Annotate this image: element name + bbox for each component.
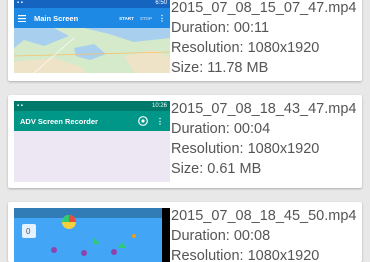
app-title: Main Screen (34, 13, 79, 23)
file-name: 2015_07_08_18_45_50.mp4 (171, 208, 357, 224)
video-thumbnail[interactable]: 0 (14, 208, 170, 262)
duration: Duration: 00:04 (171, 121, 271, 137)
notification-icons: ▪ ▪ (17, 0, 23, 6)
overflow-menu-icon: ⋮ (156, 116, 164, 126)
aperture-icon (138, 116, 148, 126)
recording-card[interactable]: ▪ ▪ 6:50 Main Screen START STOP ⋮ 2015_0… (8, 0, 362, 81)
map-image (14, 28, 170, 73)
status-time: 10:26 (151, 103, 167, 109)
app-content (14, 131, 170, 182)
recording-details: 2015_07_08_18_43_47.mp4 Duration: 00:04 … (171, 99, 356, 179)
status-bar: ▪ ▪ 10:26 (14, 101, 170, 111)
stop-action: STOP (139, 15, 152, 21)
resolution: Resolution: 1080x1920 (171, 40, 320, 56)
video-thumbnail[interactable]: ▪ ▪ 6:50 Main Screen START STOP ⋮ (14, 0, 170, 73)
file-name: 2015_07_08_15_07_47.mp4 (171, 0, 357, 16)
map-view (14, 28, 170, 73)
recording-card[interactable]: 0 2015_07_08_18_45_50.mp4 Duration: 00:0… (8, 202, 362, 262)
recording-details: 2015_07_08_18_45_50.mp4 Duration: 00:08 … (171, 206, 356, 262)
resolution: Resolution: 1080x1920 (171, 248, 320, 262)
duration: Duration: 00:11 (171, 20, 270, 36)
navigation-bar (162, 208, 170, 262)
recording-card[interactable]: ▪ ▪ 10:26 ADV Screen Recorder ⋮ 2015_07_… (8, 95, 362, 188)
app-title: ADV Screen Recorder (20, 116, 98, 126)
duration: Duration: 00:08 (171, 228, 271, 244)
overflow-menu-icon: ⋮ (158, 13, 166, 23)
status-time: 6:50 (155, 0, 167, 6)
score-label: 0 (26, 227, 31, 236)
recording-details: 2015_07_08_15_07_47.mp4 Duration: 00:11 … (171, 0, 356, 78)
menu-icon (18, 14, 26, 22)
app-toolbar: Main Screen START STOP ⋮ (14, 8, 170, 28)
notification-icons: ▪ ▪ (17, 103, 23, 109)
game-scene (22, 215, 136, 256)
video-thumbnail[interactable]: ▪ ▪ 10:26 ADV Screen Recorder ⋮ (14, 101, 170, 182)
status-bar: ▪ ▪ 6:50 (14, 0, 170, 8)
resolution: Resolution: 1080x1920 (171, 141, 320, 157)
app-toolbar: ADV Screen Recorder ⋮ (14, 111, 170, 131)
file-size: Size: 0.61 MB (171, 161, 262, 177)
file-name: 2015_07_08_18_43_47.mp4 (171, 101, 357, 117)
file-size: Size: 11.78 MB (171, 60, 269, 76)
start-action: START (119, 15, 134, 21)
